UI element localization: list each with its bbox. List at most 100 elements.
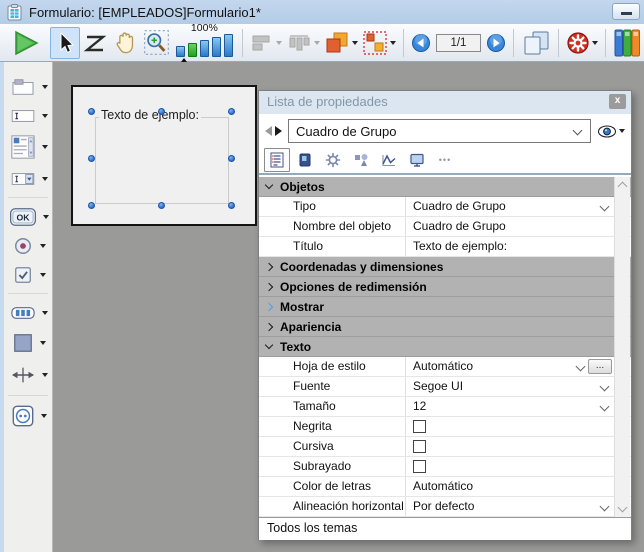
layers-button[interactable] [322, 27, 360, 59]
align-icon [250, 32, 274, 54]
tool-radio-button[interactable] [11, 233, 46, 258]
tool-dropdown-icon[interactable] [40, 341, 46, 345]
selection-handle-sw[interactable] [88, 202, 95, 209]
selection-handle-e[interactable] [228, 155, 235, 162]
tab-display[interactable] [404, 148, 430, 172]
section-apariencia[interactable]: Apariencia [259, 317, 631, 337]
property-value-text[interactable]: Automático [405, 477, 614, 496]
section-coordenadas[interactable]: Coordenadas y dimensiones [259, 257, 631, 277]
tool-dropdown-icon[interactable] [42, 311, 48, 315]
tool-button[interactable]: OK [8, 204, 49, 229]
form-pages-button[interactable] [519, 27, 553, 59]
zoom-level-control[interactable]: 100% [176, 23, 233, 62]
tool-button-grid[interactable] [9, 300, 48, 325]
property-label: Cursiva [259, 437, 405, 456]
form-canvas[interactable]: Texto de ejemplo: [71, 85, 257, 226]
zoom-bar-400[interactable] [212, 37, 221, 57]
tool-checkbox[interactable] [11, 262, 46, 287]
tool-rectangle[interactable] [11, 329, 46, 357]
group-box-object[interactable]: Texto de ejemplo: [95, 117, 229, 204]
tab-events[interactable] [376, 148, 402, 172]
zoom-tool-button[interactable] [141, 27, 172, 59]
property-value-dropdown[interactable]: Segoe UI [405, 377, 614, 396]
scroll-down-icon[interactable] [618, 503, 628, 513]
zoom-bar-100-active[interactable] [188, 43, 197, 57]
selection-handle-se[interactable] [228, 202, 235, 209]
pan-tool-button[interactable] [110, 27, 141, 59]
settings-button[interactable] [564, 27, 600, 59]
tool-combo-box[interactable] [9, 166, 48, 191]
section-texto[interactable]: Texto [259, 337, 631, 357]
selection-handle-w[interactable] [88, 155, 95, 162]
property-label: Nombre del objeto [259, 217, 405, 236]
tab-objects[interactable] [348, 148, 374, 172]
property-value-dropdown[interactable]: Por defecto [405, 497, 614, 516]
chevron-expanded-icon [265, 341, 273, 349]
themes-footer[interactable]: Todos los temas [259, 517, 631, 540]
toolbar-separator [242, 29, 243, 57]
view-options-button[interactable] [597, 125, 625, 138]
tool-dropdown-icon[interactable] [42, 114, 48, 118]
chevron-down-icon [600, 402, 610, 412]
zoom-bar-800[interactable] [224, 34, 233, 57]
object-selector-dropdown[interactable]: Cuadro de Grupo [288, 119, 591, 143]
tab-more[interactable]: ••• [432, 148, 458, 172]
panel-scrollbar[interactable] [614, 177, 630, 517]
group-button[interactable] [360, 27, 398, 59]
section-mostrar[interactable]: Mostrar [259, 297, 631, 317]
tool-dropdown-icon[interactable] [42, 145, 48, 149]
property-value-dropdown[interactable]: Automático ... [405, 357, 614, 376]
page-prev-button[interactable] [409, 27, 433, 59]
tool-splitter[interactable] [9, 361, 48, 389]
tool-dropdown-icon[interactable] [42, 373, 48, 377]
tab-options[interactable] [320, 148, 346, 172]
tab-data[interactable] [292, 148, 318, 172]
checkbox-unchecked[interactable] [413, 420, 426, 433]
more-options-button[interactable]: ... [588, 359, 612, 374]
zoom-bar-200[interactable] [200, 40, 209, 57]
tool-dropdown-icon[interactable] [42, 177, 48, 181]
tool-text-input[interactable] [9, 103, 48, 128]
close-icon[interactable]: x [609, 94, 626, 109]
section-redimension[interactable]: Opciones de redimensión [259, 277, 631, 297]
tool-dropdown-icon[interactable] [42, 85, 48, 89]
property-value-dropdown[interactable]: 12 [405, 397, 614, 416]
selection-handle-nw[interactable] [88, 108, 95, 115]
library-button[interactable] [611, 27, 644, 59]
entry-order-tool-button[interactable] [80, 27, 110, 59]
cursor-icon [53, 30, 77, 56]
tool-group-box[interactable] [9, 74, 48, 99]
tool-dropdown-icon[interactable] [40, 244, 46, 248]
zoom-bar-50[interactable] [176, 46, 185, 57]
value-text: Automático [413, 479, 473, 493]
hand-icon [112, 29, 139, 56]
zoom-bars[interactable] [176, 34, 233, 57]
ok-label: OK [16, 212, 30, 222]
tool-list-box[interactable] [9, 132, 48, 162]
list-box-tool-icon [9, 134, 37, 160]
selection-handle-n[interactable] [158, 108, 165, 115]
select-tool-button[interactable] [50, 27, 80, 59]
value-text: Cuadro de Grupo [413, 199, 506, 213]
tool-dropdown-icon[interactable] [40, 273, 46, 277]
property-value-dropdown[interactable]: Cuadro de Grupo [405, 197, 614, 216]
tab-property-list[interactable] [264, 148, 290, 172]
tool-plugin-area[interactable] [10, 402, 47, 430]
layers-icon [324, 30, 350, 56]
checkbox-unchecked[interactable] [413, 440, 426, 453]
next-object-icon[interactable] [275, 126, 282, 136]
scroll-up-icon[interactable] [618, 182, 628, 192]
page-indicator[interactable]: 1/1 [436, 34, 481, 52]
selection-handle-ne[interactable] [228, 108, 235, 115]
page-next-button[interactable] [484, 27, 508, 59]
checkbox-unchecked[interactable] [413, 460, 426, 473]
property-value-text[interactable]: Texto de ejemplo: [405, 237, 614, 256]
tool-dropdown-icon[interactable] [41, 414, 47, 418]
property-value-text[interactable]: Cuadro de Grupo [405, 217, 614, 236]
section-objetos[interactable]: Objetos [259, 177, 631, 197]
prev-object-icon[interactable] [265, 126, 272, 136]
selection-handle-s[interactable] [158, 202, 165, 209]
tool-dropdown-icon[interactable] [43, 215, 49, 219]
run-form-button[interactable] [8, 27, 42, 59]
minimize-button[interactable] [612, 3, 640, 20]
